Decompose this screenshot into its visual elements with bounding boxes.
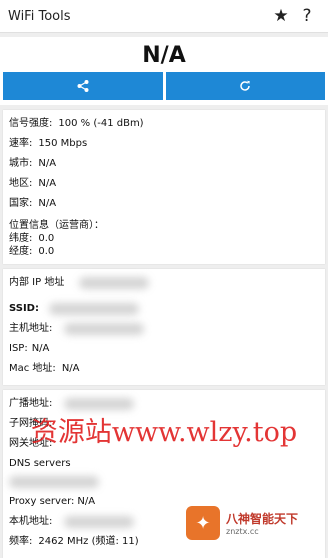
dns-servers-row: DNS servers [9, 454, 319, 488]
subnet-mask-row: 子网掩码: [9, 414, 319, 434]
dns-servers-label: DNS servers [9, 458, 71, 469]
dns-card: 广播地址: 子网掩码: 网关地址: DNS servers Proxy serv… [3, 390, 325, 558]
region-label: 地区: [9, 178, 33, 189]
mac-label: Mac 地址: [9, 363, 56, 374]
region-value: N/A [38, 178, 57, 189]
frequency-value: 2462 MHz (频道: 11) [38, 536, 139, 547]
country-row: 国家: N/A [9, 194, 319, 214]
star-icon[interactable]: ★ [268, 3, 294, 29]
isp-label: ISP: [9, 343, 28, 354]
gateway-label: 网关地址: [9, 438, 53, 449]
latitude-value: 0.0 [38, 233, 55, 244]
proxy-label: Proxy server: [9, 496, 75, 507]
isp-value: N/A [31, 343, 50, 354]
broadcast-row: 广播地址: [9, 394, 319, 414]
proxy-row: Proxy server: N/A [9, 492, 319, 512]
action-buttons [0, 72, 328, 100]
current-value: N/A [142, 43, 186, 68]
country-value: N/A [38, 198, 57, 209]
redacted-value [9, 476, 99, 488]
latitude-row: 纬度: 0.0 [9, 232, 319, 245]
city-value: N/A [38, 158, 57, 169]
network-card: 内部 IP 地址 SSID: 主机地址: ISP: N/A Mac 地址: N/A [3, 269, 325, 385]
longitude-row: 经度: 0.0 [9, 245, 319, 258]
local-address-row: 本机地址: [9, 512, 319, 532]
redacted-value [64, 516, 134, 528]
signal-strength-value: 100 % (-41 dBm) [58, 118, 144, 129]
gateway-row: 网关地址: [9, 434, 319, 454]
speed-value: 150 Mbps [38, 138, 88, 149]
region-row: 地区: N/A [9, 174, 319, 194]
refresh-icon [240, 80, 251, 91]
share-button[interactable] [3, 72, 163, 100]
redacted-value [64, 398, 134, 410]
local-address-label: 本机地址: [9, 516, 53, 527]
internal-ip-label: 内部 IP 地址 [9, 277, 65, 288]
frequency-label: 频率: [9, 536, 33, 547]
host-row: 主机地址: [9, 319, 319, 339]
city-row: 城市: N/A [9, 154, 319, 174]
speed-label: 速率: [9, 138, 33, 149]
app-bar: WiFi Tools ★ ? [0, 0, 328, 33]
ssid-row: SSID: [9, 299, 319, 319]
header-panel: N/A [0, 37, 328, 105]
redacted-value [49, 303, 139, 315]
broadcast-label: 广播地址: [9, 398, 53, 409]
subnet-mask-label: 子网掩码: [9, 418, 53, 429]
latitude-label: 纬度: [9, 233, 33, 244]
frequency-row: 频率: 2462 MHz (频道: 11) [9, 532, 319, 552]
redacted-value [79, 277, 149, 289]
host-label: 主机地址: [9, 323, 53, 334]
signal-strength-row: 信号强度: 100 % (-41 dBm) [9, 114, 319, 134]
longitude-value: 0.0 [38, 246, 55, 257]
signal-card: 信号强度: 100 % (-41 dBm) 速率: 150 Mbps 城市: N/A … [3, 110, 325, 264]
share-icon [77, 80, 89, 92]
help-icon[interactable]: ? [294, 3, 320, 29]
country-label: 国家: [9, 198, 33, 209]
app-title: WiFi Tools [8, 8, 71, 24]
mac-value: N/A [61, 363, 80, 374]
redacted-value [64, 323, 144, 335]
internal-ip-row: 内部 IP 地址 [9, 273, 319, 293]
signal-strength-label: 信号强度: [9, 118, 53, 129]
refresh-button[interactable] [165, 72, 325, 100]
city-label: 城市: [9, 158, 33, 169]
location-heading: 位置信息（运营商）： [9, 220, 104, 231]
speed-row: 速率: 150 Mbps [9, 134, 319, 154]
ssid-label: SSID: [9, 303, 39, 314]
mac-row: Mac 地址: N/A [9, 359, 319, 379]
longitude-label: 经度: [9, 246, 33, 257]
proxy-value: N/A [77, 496, 96, 507]
isp-row: ISP: N/A [9, 339, 319, 359]
